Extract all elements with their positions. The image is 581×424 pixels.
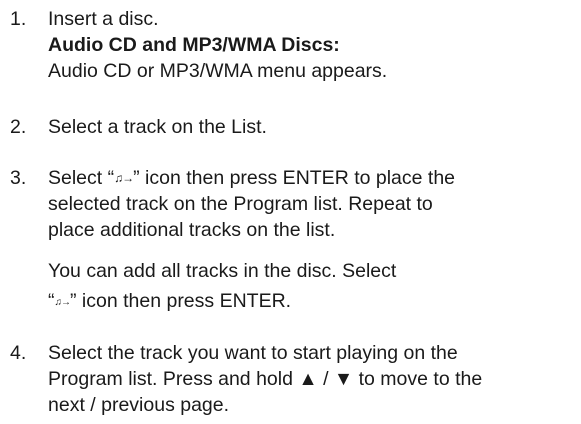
step-text: Select a track on the List. [48,116,267,138]
step-text: Audio CD or MP3/WMA menu appears. [48,60,388,82]
step-number: 1. [10,8,27,30]
step-text: Insert a disc. [48,8,159,30]
step-text: next / previous page. [48,394,230,416]
step-2: 2. Select a track on the List. [10,114,578,140]
step-3-note: You can add all tracks in the disc. Sele… [48,258,578,314]
step-text-part: ” icon then press ENTER to place the [133,167,456,189]
step-4: 4. Select the track you want to start pl… [10,340,578,418]
note-text: You can add all tracks in the disc. Sele… [48,260,397,282]
disc-type-heading: Audio CD and MP3/WMA Discs: [48,34,340,56]
step-text: selected track on the Program list. Repe… [48,193,433,215]
step-text: Select “♫→” icon then press ENTER to pla… [48,165,578,191]
program-add-all-icon: ♫→ [54,297,71,308]
step-number: 4. [10,342,27,364]
step-text: place additional tracks on the list. [48,219,336,241]
step-3: 3. Select “♫→” icon then press ENTER to … [10,165,578,243]
step-number: 3. [10,167,27,189]
program-add-icon: ♫→ [114,171,134,185]
step-text: Select the track you want to start playi… [48,342,458,364]
step-number: 2. [10,116,27,138]
step-1: 1. Insert a disc. Audio CD and MP3/WMA D… [10,6,578,84]
step-text: Program list. Press and hold ▲ / ▼ to mo… [48,368,483,390]
step-text-part: Select “ [48,167,115,189]
instruction-page: 1. Insert a disc. Audio CD and MP3/WMA D… [0,0,581,424]
note-text-part: ” icon then press ENTER. [70,290,292,312]
note-text: “♫→” icon then press ENTER. [48,288,578,314]
